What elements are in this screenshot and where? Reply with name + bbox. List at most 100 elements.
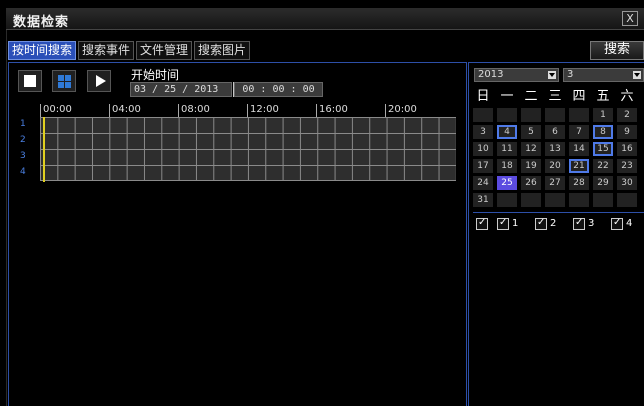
channel-row: 2 — [18, 133, 456, 149]
calendar-day[interactable]: 6 — [545, 125, 565, 139]
calendar-day[interactable]: 10 — [473, 142, 493, 156]
channel-checkbox[interactable] — [535, 217, 547, 230]
channel-label: 1 — [20, 119, 26, 129]
channel-track[interactable] — [40, 149, 456, 165]
weekday-header: 日 一 二 三 四 五 六 — [473, 85, 644, 105]
search-button[interactable]: 搜索 — [590, 41, 644, 60]
calendar-empty-cell — [497, 108, 517, 122]
quad-split-icon — [58, 75, 71, 88]
hour-label: 16:00 — [316, 104, 348, 118]
calendar-day[interactable]: 19 — [521, 159, 541, 173]
hour-label: 20:00 — [385, 104, 417, 118]
start-time-label: 开始时间 — [131, 68, 180, 82]
calendar-day[interactable]: 5 — [521, 125, 541, 139]
channel-checkboxes: 1 2 3 4 — [473, 212, 644, 232]
hour-label: 08:00 — [178, 104, 210, 118]
calendar-empty-cell — [497, 193, 517, 207]
tab-time-search[interactable]: 按时间搜索 — [8, 41, 77, 60]
weekday-label: 三 — [548, 89, 562, 104]
calendar-day[interactable]: 4 — [497, 125, 517, 139]
calendar-empty-cell — [569, 193, 589, 207]
calendar-day[interactable]: 30 — [617, 176, 637, 190]
calendar-day[interactable]: 7 — [569, 125, 589, 139]
month-value: 3 — [567, 69, 574, 80]
time-cursor[interactable] — [43, 117, 45, 182]
calendar-day[interactable]: 12 — [521, 142, 541, 156]
year-value: 2013 — [478, 69, 504, 80]
quad-split-button[interactable] — [52, 70, 76, 92]
calendar-day[interactable]: 29 — [593, 176, 613, 190]
calendar-day[interactable]: 28 — [569, 176, 589, 190]
close-button[interactable]: X — [622, 11, 638, 26]
chevron-down-icon — [633, 71, 641, 79]
calendar-empty-cell — [473, 108, 493, 122]
calendar-day[interactable]: 31 — [473, 193, 493, 207]
channel-row: 3 — [18, 149, 456, 165]
channel-track[interactable] — [40, 165, 456, 181]
calendar-empty-cell — [617, 193, 637, 207]
calendar-day[interactable]: 9 — [617, 125, 637, 139]
channel-label: 4 — [20, 167, 26, 177]
title-bar: 数据检索 X — [6, 8, 644, 30]
channel-checkbox[interactable] — [497, 217, 509, 230]
calendar-day[interactable]: 25 — [497, 176, 517, 190]
channel-row: 1 — [18, 117, 456, 133]
calendar-day[interactable]: 27 — [545, 176, 565, 190]
weekday-label: 四 — [572, 89, 586, 104]
stop-button[interactable] — [18, 70, 42, 92]
calendar-day[interactable]: 16 — [617, 142, 637, 156]
calendar-day[interactable]: 20 — [545, 159, 565, 173]
calendar-day[interactable]: 17 — [473, 159, 493, 173]
start-time-field[interactable]: 00 : 00 : 00 — [234, 82, 323, 97]
calendar-day[interactable]: 3 — [473, 125, 493, 139]
timeline[interactable]: 1 2 3 4 — [18, 117, 456, 182]
channel-track[interactable] — [40, 117, 456, 133]
timeline-hour-labels: 00:00 04:00 08:00 12:00 16:00 20:00 — [40, 104, 456, 118]
calendar-day[interactable]: 22 — [593, 159, 613, 173]
calendar-day[interactable]: 8 — [593, 125, 613, 139]
weekday-label: 五 — [596, 89, 610, 104]
channel-checkbox[interactable] — [573, 217, 585, 230]
channel-checkbox-label: 3 — [588, 218, 595, 229]
channel-checkbox-label: 1 — [512, 218, 519, 229]
calendar-day[interactable]: 13 — [545, 142, 565, 156]
year-select[interactable]: 2013 — [474, 68, 559, 82]
channel-label: 2 — [20, 135, 26, 145]
select-all-checkbox[interactable] — [476, 217, 488, 230]
window-title: 数据检索 — [13, 15, 70, 30]
calendar-empty-cell — [521, 193, 541, 207]
play-button[interactable] — [87, 70, 111, 92]
weekday-label: 日 — [476, 89, 490, 104]
tab-file-management[interactable]: 文件管理 — [136, 41, 193, 60]
weekday-label: 二 — [524, 89, 538, 104]
hour-label: 00:00 — [40, 104, 72, 118]
calendar-empty-cell — [521, 108, 541, 122]
tab-picture-search[interactable]: 搜索图片 — [194, 41, 251, 60]
calendar-empty-cell — [569, 108, 589, 122]
channel-checkbox[interactable] — [611, 217, 623, 230]
weekday-label: 一 — [500, 89, 514, 104]
channel-checkbox-label: 2 — [550, 218, 557, 229]
chevron-down-icon — [548, 71, 556, 79]
tab-event-search[interactable]: 搜索事件 — [78, 41, 135, 60]
calendar-day[interactable]: 24 — [473, 176, 493, 190]
hour-label: 04:00 — [109, 104, 141, 118]
channel-row: 4 — [18, 165, 456, 181]
calendar-day[interactable]: 1 — [593, 108, 613, 122]
calendar-day[interactable]: 21 — [569, 159, 589, 173]
hour-label: 12:00 — [247, 104, 279, 118]
calendar-empty-cell — [545, 108, 565, 122]
calendar-day[interactable]: 26 — [521, 176, 541, 190]
calendar-day[interactable]: 15 — [593, 142, 613, 156]
month-select[interactable]: 3 — [563, 68, 644, 82]
channel-track[interactable] — [40, 133, 456, 149]
channel-label: 3 — [20, 151, 26, 161]
tab-bar: 按时间搜索 搜索事件 文件管理 搜索图片 — [8, 41, 251, 61]
calendar-day[interactable]: 23 — [617, 159, 637, 173]
calendar-day[interactable]: 18 — [497, 159, 517, 173]
calendar-day[interactable]: 2 — [617, 108, 637, 122]
calendar-empty-cell — [545, 193, 565, 207]
calendar-day[interactable]: 11 — [497, 142, 517, 156]
start-date-field[interactable]: 03 / 25 / 2013 — [130, 82, 232, 97]
calendar-day[interactable]: 14 — [569, 142, 589, 156]
